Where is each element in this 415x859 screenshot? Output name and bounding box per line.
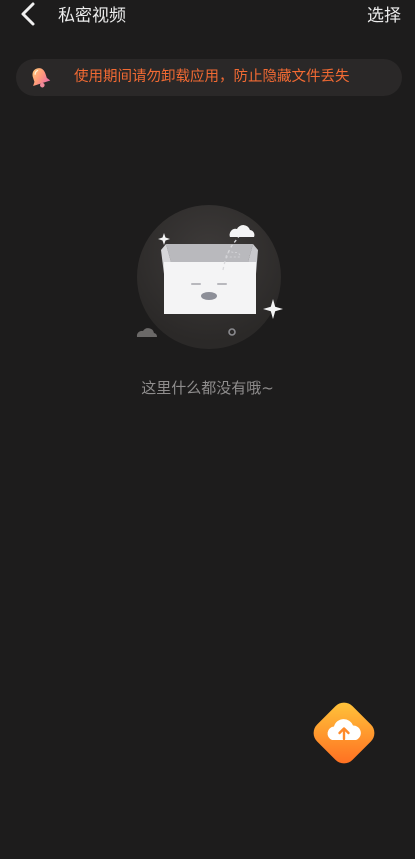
upload-button[interactable] [307,696,381,770]
back-button[interactable] [12,0,46,32]
empty-box-illustration [136,205,283,349]
select-button[interactable]: 选择 [367,5,401,27]
notice-text: 使用期间请勿卸载应用，防止隐藏文件丢失 [74,69,350,85]
empty-state-message: 这里什么都没有哦~ [141,379,274,397]
chevron-left-icon [21,2,35,26]
cloud-upload-icon [313,702,375,764]
bell-icon [32,68,51,88]
top-bar: 私密视频 选择 [0,0,415,32]
page-title: 私密视频 [58,6,126,26]
notice-banner: 使用期间请勿卸载应用，防止隐藏文件丢失 [16,59,402,96]
